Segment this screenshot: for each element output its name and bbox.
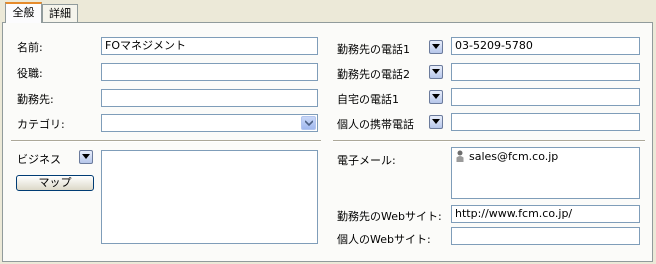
job-title-field[interactable]	[101, 63, 318, 81]
email-label: 電子メール:	[337, 154, 396, 167]
triangle-down-icon	[82, 154, 90, 159]
phone-field-4[interactable]	[451, 113, 640, 131]
category-select[interactable]	[101, 114, 318, 132]
personal-web-label: 個人のWebサイト:	[337, 233, 431, 246]
triangle-down-icon	[432, 119, 440, 124]
tab-general[interactable]: 全般	[5, 2, 42, 23]
name-label: 名前:	[17, 41, 43, 54]
phone-label-4: 個人の携帯電話	[337, 118, 414, 131]
name-field[interactable]: FOマネジメント	[101, 37, 318, 55]
phone-type-dropdown-1[interactable]	[429, 40, 443, 54]
phone-label-3: 自宅の電話1	[337, 93, 399, 106]
email-address: sales@fcm.co.jp	[469, 150, 559, 163]
map-button[interactable]: マップ	[16, 175, 94, 191]
left-divider	[11, 140, 321, 142]
work-web-label: 勤務先のWebサイト:	[337, 210, 442, 223]
triangle-down-icon	[432, 94, 440, 99]
category-dropdown-button[interactable]	[301, 116, 316, 130]
phone-type-dropdown-4[interactable]	[429, 115, 443, 129]
person-icon	[456, 150, 464, 162]
phone-field-1[interactable]: 03-5209-5780	[451, 37, 640, 55]
chevron-down-icon	[305, 120, 313, 126]
phone-type-dropdown-2[interactable]	[429, 65, 443, 79]
address-type-label: ビジネス	[17, 153, 61, 166]
title-label: 役職:	[17, 67, 43, 80]
right-divider	[333, 140, 645, 142]
phone-field-3[interactable]	[451, 88, 640, 106]
address-textarea[interactable]	[101, 150, 318, 244]
company-field[interactable]	[101, 89, 318, 107]
category-label: カテゴリ:	[17, 118, 65, 131]
phone-label-1: 勤務先の電話1	[337, 43, 410, 56]
triangle-down-icon	[432, 69, 440, 74]
email-list[interactable]: sales@fcm.co.jp	[451, 147, 640, 199]
contact-general-panel: 名前: FOマネジメント 役職: 勤務先: カテゴリ: ビジネス マップ 勤務先…	[2, 22, 653, 262]
phone-label-2: 勤務先の電話2	[337, 68, 410, 81]
work-web-field[interactable]: http://www.fcm.co.jp/	[451, 205, 640, 223]
triangle-down-icon	[432, 44, 440, 49]
phone-field-2[interactable]	[451, 63, 640, 81]
phone-type-dropdown-3[interactable]	[429, 90, 443, 104]
personal-web-field[interactable]	[451, 227, 640, 245]
company-label: 勤務先:	[17, 93, 54, 106]
tab-detail[interactable]: 詳細	[42, 4, 78, 23]
address-type-dropdown[interactable]	[79, 150, 93, 164]
